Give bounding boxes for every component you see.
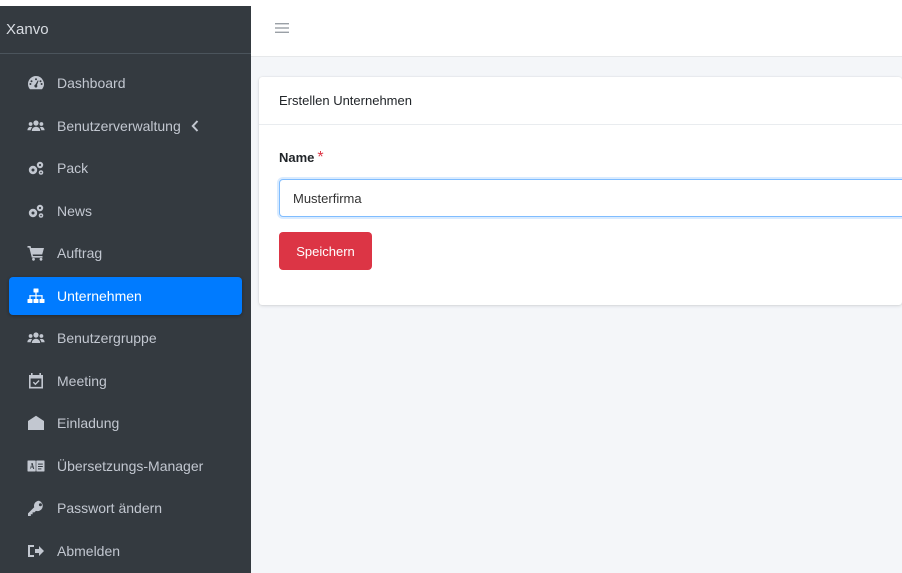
chevron-left-icon[interactable] (191, 119, 201, 133)
sidebar-item-label: Benutzergruppe (57, 330, 157, 346)
cart-icon (25, 244, 47, 262)
dashboard-icon (25, 74, 47, 92)
save-button[interactable]: Speichern (279, 232, 372, 270)
sidebar-item-label: Passwort ändern (57, 500, 163, 516)
sidebar: Xanvo Dashboard Benutzerverwaltung Pack (0, 6, 251, 573)
sidebar-item-news[interactable]: News (9, 192, 242, 230)
sidebar-item-label: Meeting (57, 372, 107, 389)
sidebar-item-label: Auftrag (57, 245, 103, 261)
sidebar-item-benutzerverwaltung[interactable]: Benutzerverwaltung (9, 107, 242, 145)
sidebar-item-passwort-aendern[interactable]: Passwort ändern (9, 489, 242, 527)
sidebar-item-dashboard[interactable]: Dashboard (9, 64, 242, 102)
sidebar-item-einladung[interactable]: Einladung (9, 404, 242, 442)
key-icon (25, 499, 47, 517)
sidebar-item-uebersetzungs-manager[interactable]: Übersetzungs-Manager (9, 447, 242, 485)
card-title: Erstellen Unternehmen (259, 77, 902, 125)
sidebar-item-label: Dashboard (57, 75, 126, 91)
hamburger-menu-icon[interactable] (275, 22, 289, 34)
users-icon (25, 329, 47, 347)
top-navbar (251, 0, 902, 57)
calendar-check-icon (25, 372, 47, 390)
main-content: Erstellen Unternehmen Name* Speichern (251, 57, 902, 573)
sitemap-icon (25, 287, 47, 305)
envelope-open-icon (25, 414, 47, 432)
sidebar-item-auftrag[interactable]: Auftrag (9, 234, 242, 272)
create-company-card: Erstellen Unternehmen Name* Speichern (259, 77, 902, 305)
users-icon (25, 117, 47, 135)
sidebar-nav: Dashboard Benutzerverwaltung Pack News A… (0, 64, 251, 570)
language-icon (25, 457, 47, 475)
sidebar-item-benutzergruppe[interactable]: Benutzergruppe (9, 319, 242, 357)
sidebar-item-label: Benutzerverwaltung (57, 117, 181, 134)
sidebar-item-unternehmen[interactable]: Unternehmen (9, 276, 242, 315)
name-input[interactable] (279, 179, 902, 217)
sidebar-item-label: Übersetzungs-Manager (57, 457, 204, 474)
sidebar-item-label: Unternehmen (57, 287, 142, 304)
sign-out-icon (25, 542, 47, 560)
cogs-icon (25, 202, 47, 220)
sidebar-item-label: Pack (57, 160, 89, 176)
sidebar-item-label: News (57, 202, 93, 219)
sidebar-item-label: Abmelden (57, 542, 121, 559)
sidebar-item-label: Einladung (57, 415, 120, 431)
sidebar-item-abmelden[interactable]: Abmelden (9, 532, 242, 570)
brand-title[interactable]: Xanvo (0, 6, 251, 54)
company-form: Name* Speichern (259, 125, 902, 270)
sidebar-item-pack[interactable]: Pack (9, 149, 242, 187)
cogs-icon (25, 159, 47, 177)
name-label: Name (279, 150, 315, 165)
sidebar-item-meeting[interactable]: Meeting (9, 362, 242, 400)
required-marker: * (317, 149, 324, 166)
name-label-row: Name * (279, 149, 902, 167)
